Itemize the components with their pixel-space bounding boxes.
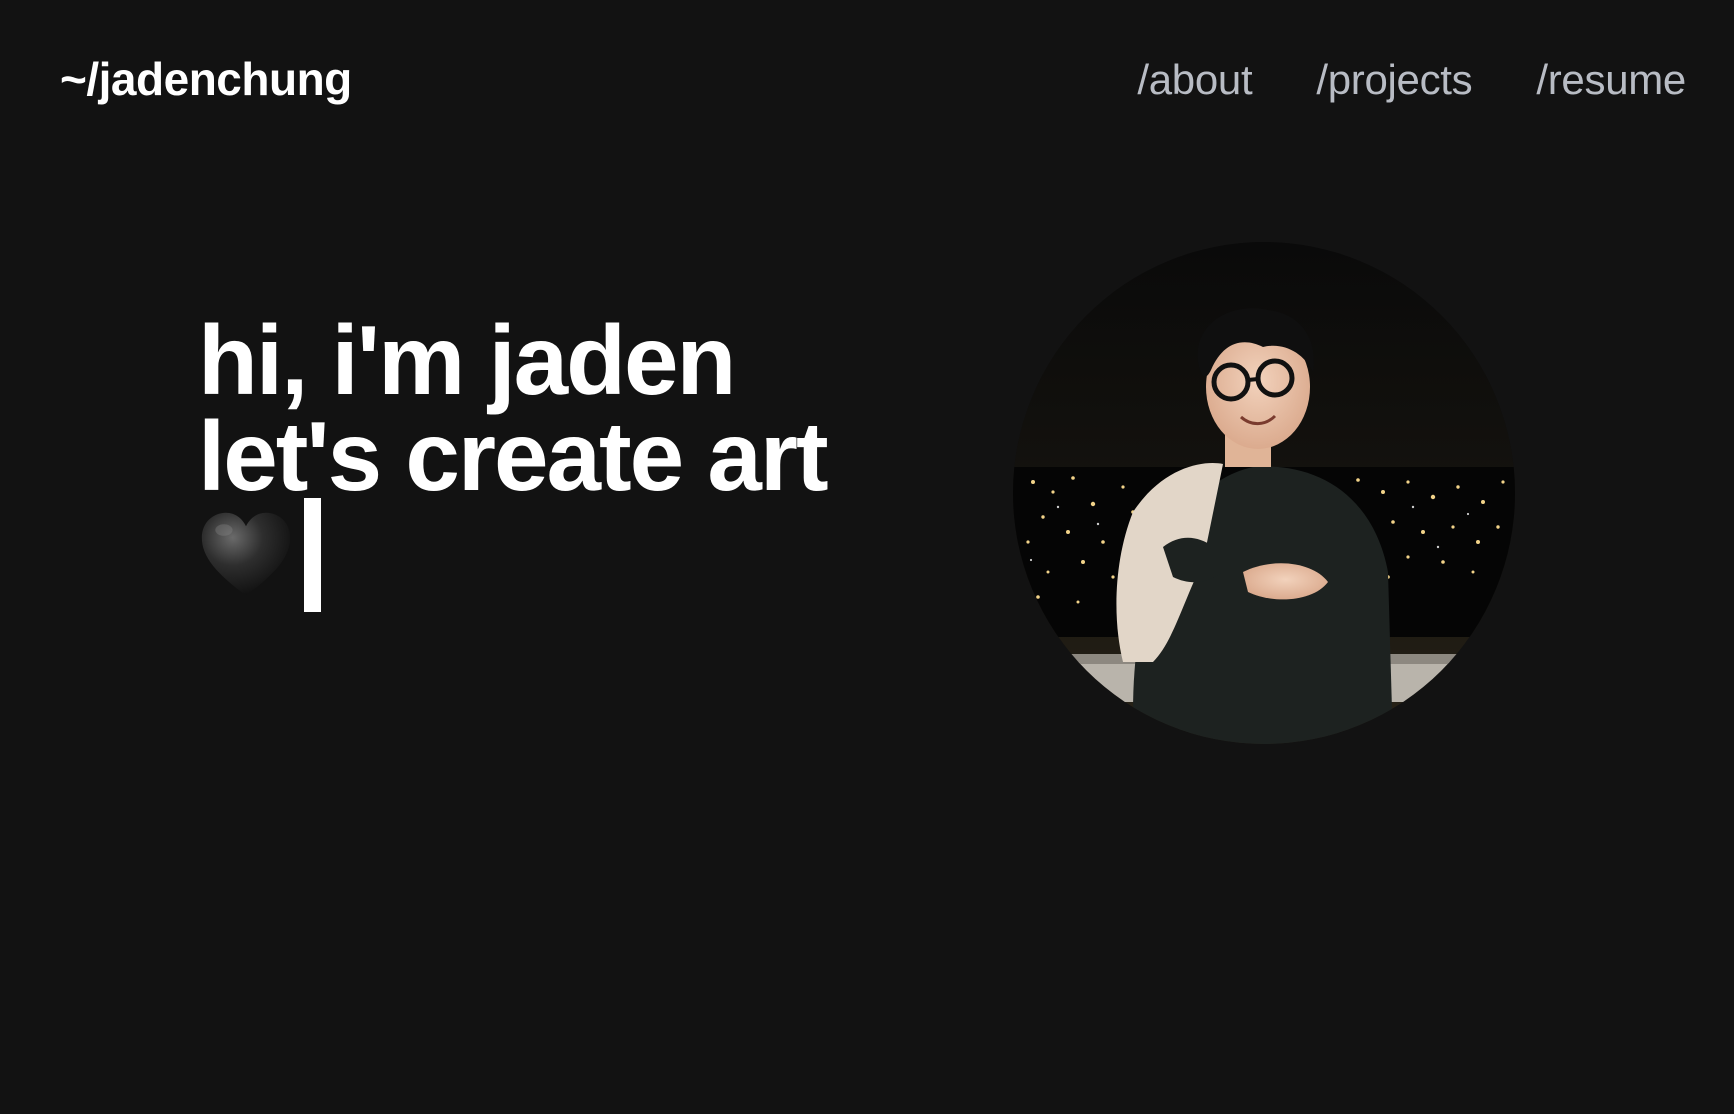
nav-link-projects[interactable]: /projects [1316, 56, 1472, 104]
hero-heading-line-2: let's create art [198, 401, 829, 511]
hero-emoji-line [198, 498, 827, 612]
main-nav: /about /projects /resume [1137, 56, 1686, 104]
hero-heading-line-1: hi, i'm jaden [198, 305, 736, 415]
black-heart-icon [198, 507, 294, 603]
nav-link-about[interactable]: /about [1137, 56, 1252, 104]
site-logo-link[interactable]: ~/jadenchung [60, 52, 352, 106]
profile-photo [1013, 242, 1515, 744]
page: ~/jadenchung /about /projects /resume hi… [0, 0, 1734, 1114]
nav-link-resume[interactable]: /resume [1536, 56, 1686, 104]
typing-cursor [304, 498, 321, 612]
hero-text: hi, i'm jaden let's create art [198, 305, 829, 612]
